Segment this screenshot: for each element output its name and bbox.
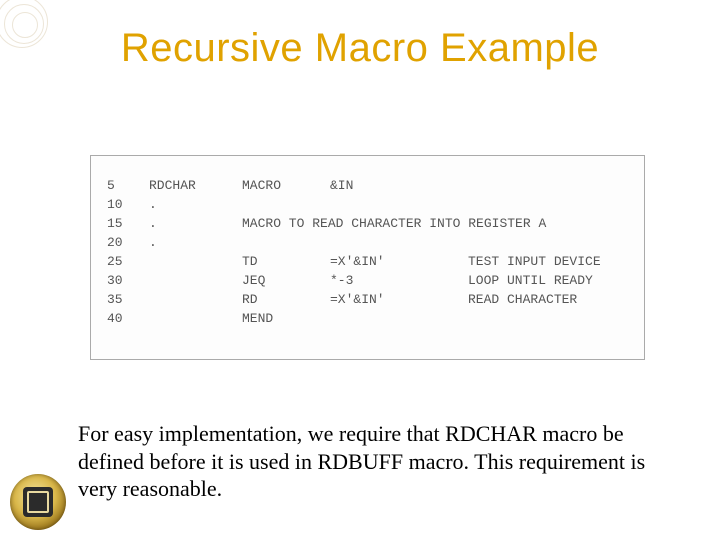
operand-col: =X'&IN' <box>326 252 464 271</box>
operand-col <box>326 195 464 214</box>
label-col <box>145 309 238 328</box>
code-table: 5 RDCHAR MACRO &IN 10 . 15 . MACRO TO RE <box>103 176 632 328</box>
label-col <box>145 252 238 271</box>
slide: Recursive Macro Example 5 RDCHAR MACRO &… <box>0 0 720 540</box>
opcode-col <box>238 195 326 214</box>
comment-col <box>464 176 632 195</box>
slide-title: Recursive Macro Example <box>0 26 720 71</box>
comment-col <box>464 195 632 214</box>
comment-col: TEST INPUT DEVICE <box>464 252 632 271</box>
opcode-col: RD <box>238 290 326 309</box>
line-number: 35 <box>103 290 145 309</box>
code-row: 20 . <box>103 233 632 252</box>
line-number: 40 <box>103 309 145 328</box>
label-col: . <box>145 233 238 252</box>
opcode-col: JEQ <box>238 271 326 290</box>
operand-col: =X'&IN' <box>326 290 464 309</box>
operand-col: *-3 <box>326 271 464 290</box>
code-row: 30 JEQ *-3 LOOP UNTIL READY <box>103 271 632 290</box>
label-col <box>145 290 238 309</box>
caption-text: For easy implementation, we require that… <box>78 420 658 503</box>
code-row: 35 RD =X'&IN' READ CHARACTER <box>103 290 632 309</box>
code-listing: 5 RDCHAR MACRO &IN 10 . 15 . MACRO TO RE <box>90 155 645 360</box>
logo-seal <box>10 474 66 530</box>
line-number: 15 <box>103 214 145 233</box>
line-number: 25 <box>103 252 145 271</box>
opcode-col: MACRO <box>238 176 326 195</box>
logo-glyph <box>23 487 53 517</box>
code-row: 40 MEND <box>103 309 632 328</box>
label-col: . <box>145 195 238 214</box>
opcode-col: MEND <box>238 309 326 328</box>
operand-col <box>326 309 464 328</box>
label-col <box>145 271 238 290</box>
code-row: 5 RDCHAR MACRO &IN <box>103 176 632 195</box>
line-number: 10 <box>103 195 145 214</box>
operand-col: &IN <box>326 176 464 195</box>
operand-col <box>326 233 464 252</box>
opcode-col: TD <box>238 252 326 271</box>
code-row: 10 . <box>103 195 632 214</box>
label-col: RDCHAR <box>145 176 238 195</box>
line-number: 20 <box>103 233 145 252</box>
comment-col: LOOP UNTIL READY <box>464 271 632 290</box>
label-col: . <box>145 214 238 233</box>
opcode-col <box>238 233 326 252</box>
comment-col <box>464 309 632 328</box>
code-row: 15 . MACRO TO READ CHARACTER INTO REGIST… <box>103 214 632 233</box>
comment-col: READ CHARACTER <box>464 290 632 309</box>
comment-line: MACRO TO READ CHARACTER INTO REGISTER A <box>238 214 632 233</box>
line-number: 5 <box>103 176 145 195</box>
line-number: 30 <box>103 271 145 290</box>
comment-col <box>464 233 632 252</box>
code-row: 25 TD =X'&IN' TEST INPUT DEVICE <box>103 252 632 271</box>
